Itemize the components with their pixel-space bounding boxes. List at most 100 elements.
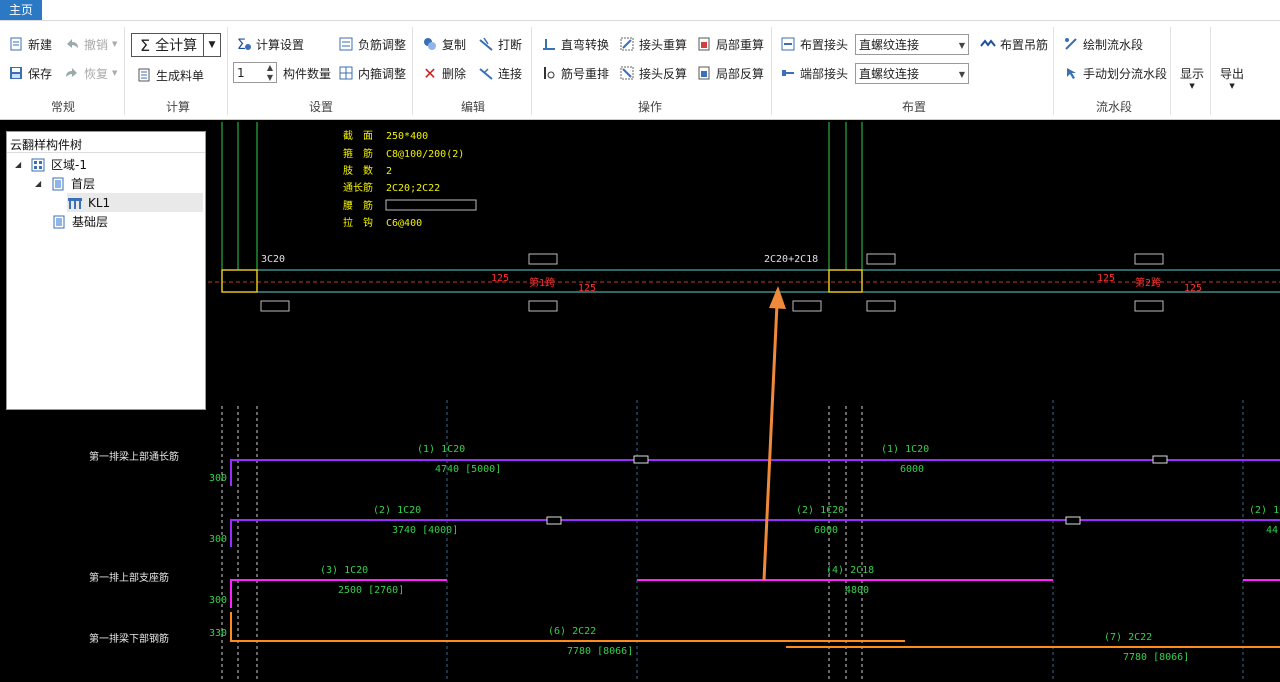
joint-marker <box>546 516 562 525</box>
tree-node-region[interactable]: ◢ 区域-1 <box>15 156 87 173</box>
joint-marker <box>1065 516 1081 525</box>
joint-recalc-label: 接头重算 <box>639 37 688 52</box>
place-joint-button[interactable]: 布置接头 <box>780 33 848 55</box>
bar-name: (7) 2C22 <box>1104 632 1152 643</box>
bar-name: (3) 1C20 <box>320 565 368 576</box>
chevron-down-icon[interactable]: ▼ <box>203 34 220 56</box>
local-reverse-button[interactable]: 局部反算 <box>696 62 764 84</box>
tab-bar: 主页 <box>0 0 1280 21</box>
tree-label: 区域-1 <box>51 158 87 172</box>
group-separator <box>227 27 228 115</box>
manual-flow-label: 手动划分流水段 <box>1083 66 1168 81</box>
joint-recalc-button[interactable]: 接头重算 <box>619 33 687 55</box>
stirrup-adjust-button[interactable]: 内箍调整 <box>338 62 406 84</box>
group-label: 计算 <box>165 100 190 114</box>
row-labels: 第一排梁上部通长筋 第一排上部支座筋 第一排梁下部钢筋 <box>89 450 179 645</box>
undo-label: 撤销 <box>84 37 109 52</box>
info-value: 2 <box>386 166 392 177</box>
place-joint-icon <box>781 37 795 51</box>
delete-x-icon: ✕ <box>423 63 437 83</box>
gen-list-button[interactable]: 生成料单 <box>136 64 204 86</box>
save-button[interactable]: 保存 <box>8 62 52 84</box>
group-separator <box>1053 27 1054 115</box>
rebar-lines[interactable] <box>230 455 1280 648</box>
chevron-down-icon[interactable]: ▼ <box>959 64 965 85</box>
calc-all-label: 全计算 <box>155 38 198 54</box>
tree-node-floor1[interactable]: ◢ 首层 <box>35 175 95 192</box>
local-recalc-label: 局部重算 <box>716 37 765 52</box>
draw-flow-button[interactable]: 绘制流水段 <box>1063 33 1143 55</box>
chevron-down-icon[interactable]: ▼ <box>959 35 965 56</box>
undo-icon <box>67 39 78 48</box>
tree-label: KL1 <box>88 195 111 210</box>
ribbon: 新建 撤销 ▼ 保存 恢复 ▼ 常规 Σ 全计算 ▼ 生成料单 计算 Σ 计算设… <box>0 21 1280 120</box>
bar-length: 6000 <box>900 464 924 475</box>
save-label: 保存 <box>28 66 53 81</box>
group-label: 设置 <box>308 100 333 114</box>
tab-home[interactable]: 主页 <box>0 0 42 20</box>
calc-all-button[interactable]: Σ 全计算 ▼ <box>131 33 221 57</box>
bend-label: 300 <box>209 473 227 484</box>
end-joint-button[interactable]: 端部接头 <box>780 62 848 84</box>
neg-rebar-icon <box>339 37 353 51</box>
place-hanger-button[interactable]: 布置吊筋 <box>980 33 1048 55</box>
redo-button[interactable]: 恢复 ▼ <box>64 62 117 84</box>
stepper-arrows-icon[interactable]: ▲ ▼ <box>267 63 273 83</box>
break-button[interactable]: 打断 <box>478 33 522 55</box>
bend-label: 300 <box>209 534 227 545</box>
bend-label: 300 <box>209 595 227 606</box>
divider <box>7 152 205 153</box>
collapse-icon[interactable]: ◢ <box>15 160 25 169</box>
count-stepper[interactable]: 1 ▲ ▼ <box>233 62 277 83</box>
info-value: C6@400 <box>386 218 422 229</box>
new-button[interactable]: 新建 <box>8 33 52 55</box>
export-button[interactable]: 导出 ▼ <box>1220 65 1244 95</box>
manual-flow-button[interactable]: 手动划分流水段 <box>1063 62 1167 84</box>
tree-label: 基础层 <box>72 215 109 229</box>
joint-type-value: 直螺纹连接 <box>859 38 920 52</box>
redo-label: 恢复 <box>84 66 109 81</box>
bar-length: 7780 [8066] <box>567 646 633 657</box>
dim-label: 125 <box>1097 273 1115 284</box>
row-label: 第一排梁下部钢筋 <box>89 632 169 645</box>
joint-type-select-2[interactable]: 直螺纹连接 ▼ <box>855 63 969 84</box>
group-label: 布置 <box>901 100 926 114</box>
dim-label: 125 <box>1184 283 1202 294</box>
local-recalc-button[interactable]: 局部重算 <box>696 33 764 55</box>
group-label: 常规 <box>50 100 75 114</box>
bar-rearrange-button[interactable]: 筋号重排 <box>541 62 609 84</box>
count-label-wrap: 构件数量 <box>283 62 331 84</box>
joint-recalc-icon <box>620 37 634 51</box>
undo-button[interactable]: 撤销 ▼ <box>64 33 117 55</box>
delete-button[interactable]: ✕ 删除 <box>422 62 466 84</box>
bar-name: (1) 1C20 <box>417 444 465 455</box>
neg-rebar-button[interactable]: 负筋调整 <box>338 33 406 55</box>
region-icon <box>31 158 45 171</box>
copy-icon <box>424 38 436 50</box>
stirrup-grid-icon <box>339 66 353 80</box>
calc-settings-button[interactable]: Σ 计算设置 <box>236 33 304 55</box>
bend-convert-icon <box>543 39 555 50</box>
joint-type-select-1[interactable]: 直螺纹连接 ▼ <box>855 34 969 55</box>
neg-rebar-label: 负筋调整 <box>358 37 407 52</box>
copy-button[interactable]: 复制 <box>422 33 466 55</box>
left-top-label: 3C20 <box>261 254 285 265</box>
bend-labels: 300 300 300 330 <box>209 473 227 639</box>
collapse-icon[interactable]: ◢ <box>35 179 45 188</box>
joint-reverse-button[interactable]: 接头反算 <box>619 62 687 84</box>
bend-convert-button[interactable]: 直弯转换 <box>541 33 609 55</box>
group-label: 编辑 <box>460 100 485 114</box>
end-joint-icon <box>782 70 794 76</box>
hanger-icon <box>980 39 996 47</box>
tree-node-kl1[interactable]: KL1 <box>67 193 203 212</box>
info-value: 2C20;2C22 <box>386 183 440 194</box>
info-label: 腰 筋 <box>343 199 373 212</box>
tree-node-foundation[interactable]: 基础层 <box>51 213 108 230</box>
list-icon <box>138 68 150 82</box>
info-label: 截 面 <box>343 129 373 142</box>
display-button[interactable]: 显示 ▼ <box>1180 65 1204 95</box>
connect-button[interactable]: 连接 <box>478 62 522 84</box>
info-value: 250*400 <box>386 131 428 142</box>
group-separator <box>531 27 532 115</box>
break-icon <box>479 37 493 51</box>
